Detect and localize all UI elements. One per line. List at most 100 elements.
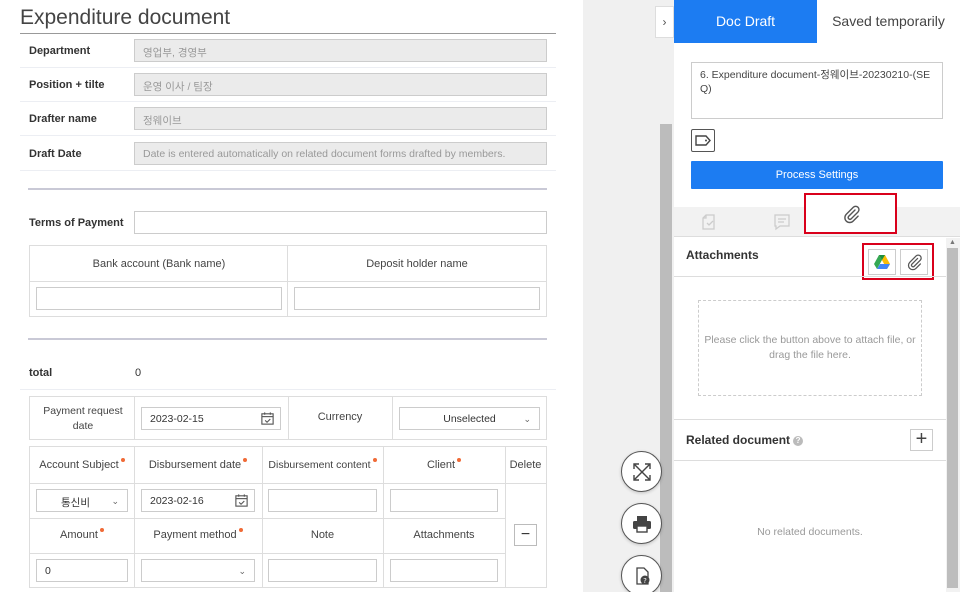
- position-row: Position + tilte 운영 이사 / 팀장: [20, 68, 556, 102]
- deposit-holder-input[interactable]: [294, 287, 540, 310]
- attachments-input[interactable]: [390, 559, 498, 582]
- svg-text:?: ?: [643, 577, 647, 585]
- scroll-up-icon[interactable]: ▲: [949, 239, 956, 246]
- disbursement-content-input[interactable]: [268, 489, 377, 512]
- client-header-text: Client: [426, 459, 456, 471]
- tag-icon: [695, 135, 711, 146]
- comment-icon[interactable]: [772, 212, 792, 232]
- payment-request-date-value: 2023-02-15: [150, 413, 204, 425]
- add-related-document-button[interactable]: +: [910, 429, 933, 451]
- pr-divider-3: [392, 397, 393, 439]
- delete-header: Delete: [509, 459, 542, 471]
- expand-button[interactable]: [621, 451, 662, 492]
- no-related-documents-text: No related documents.: [757, 526, 863, 538]
- document-title-input[interactable]: 6. Expenditure document-정웨이브-20230210-(S…: [691, 62, 943, 119]
- client-header: Client: [383, 458, 505, 471]
- currency-value: Unselected: [443, 413, 496, 425]
- document-help-button[interactable]: ?: [621, 555, 662, 592]
- chevron-down-icon: ⌄: [523, 414, 531, 424]
- draft-date-field: Date is entered automatically on related…: [134, 142, 547, 165]
- google-drive-button[interactable]: [868, 249, 896, 275]
- client-input[interactable]: [390, 489, 498, 512]
- delete-row-button[interactable]: −: [514, 524, 537, 546]
- chevron-down-icon: ⌄: [111, 496, 119, 506]
- attach-file-button[interactable]: [900, 249, 928, 275]
- terms-label: Terms of Payment: [29, 217, 124, 229]
- required-dot: [372, 458, 377, 462]
- required-dot: [243, 458, 248, 462]
- scroll-thumb[interactable]: [947, 248, 958, 588]
- payment-request-date-input[interactable]: 2023-02-15: [141, 407, 281, 430]
- related-document-title-text: Related document: [686, 433, 791, 447]
- attachments-subtab[interactable]: [804, 193, 897, 234]
- department-row: Department 영업부, 경영부: [20, 34, 556, 68]
- department-label: Department: [29, 45, 91, 57]
- expand-icon: [633, 463, 651, 481]
- disbursement-date-header: Disbursement date: [134, 458, 262, 471]
- payment-request-date-label: Payment request date: [43, 405, 123, 432]
- amount-header: Amount: [30, 528, 134, 541]
- disbursement-content-header-text: Disbursement content: [268, 459, 371, 471]
- panel-toggle-button[interactable]: ›: [655, 6, 674, 38]
- account-subject-header: Account Subject: [30, 458, 134, 471]
- approval-doc-icon[interactable]: [700, 212, 720, 232]
- paperclip-icon: [907, 254, 922, 271]
- bank-account-input[interactable]: [36, 287, 282, 310]
- currency-select[interactable]: Unselected ⌄: [399, 407, 540, 430]
- calendar-icon[interactable]: [260, 411, 275, 426]
- doc-help-icon: ?: [636, 567, 650, 585]
- attachment-buttons-group: [862, 243, 934, 280]
- tab-saved-temporarily[interactable]: Saved temporarily: [817, 0, 960, 43]
- payment-method-select[interactable]: ⌄: [141, 559, 255, 582]
- pr-divider-1: [134, 397, 135, 439]
- required-dot: [457, 458, 462, 462]
- disbursement-date-header-text: Disbursement date: [148, 459, 242, 471]
- related-header-divider: [674, 460, 946, 461]
- calendar-icon[interactable]: [234, 493, 249, 508]
- position-label: Position + tilte: [29, 79, 105, 91]
- draft-date-row: Draft Date Date is entered automatically…: [20, 137, 556, 171]
- bank-account-header: Bank account (Bank name): [92, 258, 226, 270]
- drafter-row: Drafter name 정웨이브: [20, 102, 556, 136]
- department-field: 영업부, 경영부: [134, 39, 547, 62]
- total-row: total 0: [20, 356, 556, 390]
- disbursement-date-value: 2023-02-16: [150, 495, 204, 507]
- google-drive-icon: [874, 255, 890, 269]
- amount-header-text: Amount: [60, 529, 98, 541]
- print-button[interactable]: [621, 503, 662, 544]
- required-dot: [99, 528, 104, 532]
- related-document-title: Related document?: [686, 433, 804, 447]
- terms-input[interactable]: [134, 211, 547, 234]
- right-panel: Doc Draft Saved temporarily 6. Expenditu…: [674, 0, 960, 592]
- tab-doc-draft[interactable]: Doc Draft: [674, 0, 817, 43]
- panel-scrollbar[interactable]: ▲: [946, 238, 960, 592]
- paperclip-icon: [844, 205, 860, 224]
- print-icon: [633, 516, 651, 533]
- et-hline-2: [30, 518, 505, 519]
- attachments-divider: [674, 276, 946, 277]
- attachments-header: Attachments: [413, 529, 475, 541]
- help-icon[interactable]: ?: [793, 435, 804, 446]
- process-settings-button[interactable]: Process Settings: [691, 161, 943, 189]
- file-dropzone[interactable]: Please click the button above to attach …: [698, 300, 922, 396]
- expense-table: Account Subject Disbursement date Disbur…: [29, 446, 547, 588]
- position-field: 운영 이사 / 팀장: [134, 73, 547, 96]
- disbursement-date-input[interactable]: 2023-02-16: [141, 489, 255, 512]
- deposit-holder-header: Deposit holder name: [366, 258, 468, 270]
- account-subject-value: 통신비: [61, 497, 90, 509]
- note-header: Note: [310, 529, 335, 541]
- required-dot: [238, 528, 243, 532]
- required-dot: [120, 458, 125, 462]
- document-title: Expenditure document: [20, 6, 231, 29]
- total-value: 0: [135, 367, 142, 379]
- tag-button[interactable]: [691, 129, 715, 152]
- bank-table-hline: [30, 281, 546, 282]
- related-divider: [674, 419, 946, 420]
- payment-method-header: Payment method: [134, 528, 262, 541]
- section-divider: [28, 188, 547, 190]
- account-subject-header-text: Account Subject: [39, 459, 119, 471]
- amount-input[interactable]: 0: [36, 559, 128, 582]
- account-subject-select[interactable]: 통신비 ⌄: [36, 489, 128, 512]
- note-input[interactable]: [268, 559, 377, 582]
- terms-row: Terms of Payment: [20, 206, 556, 240]
